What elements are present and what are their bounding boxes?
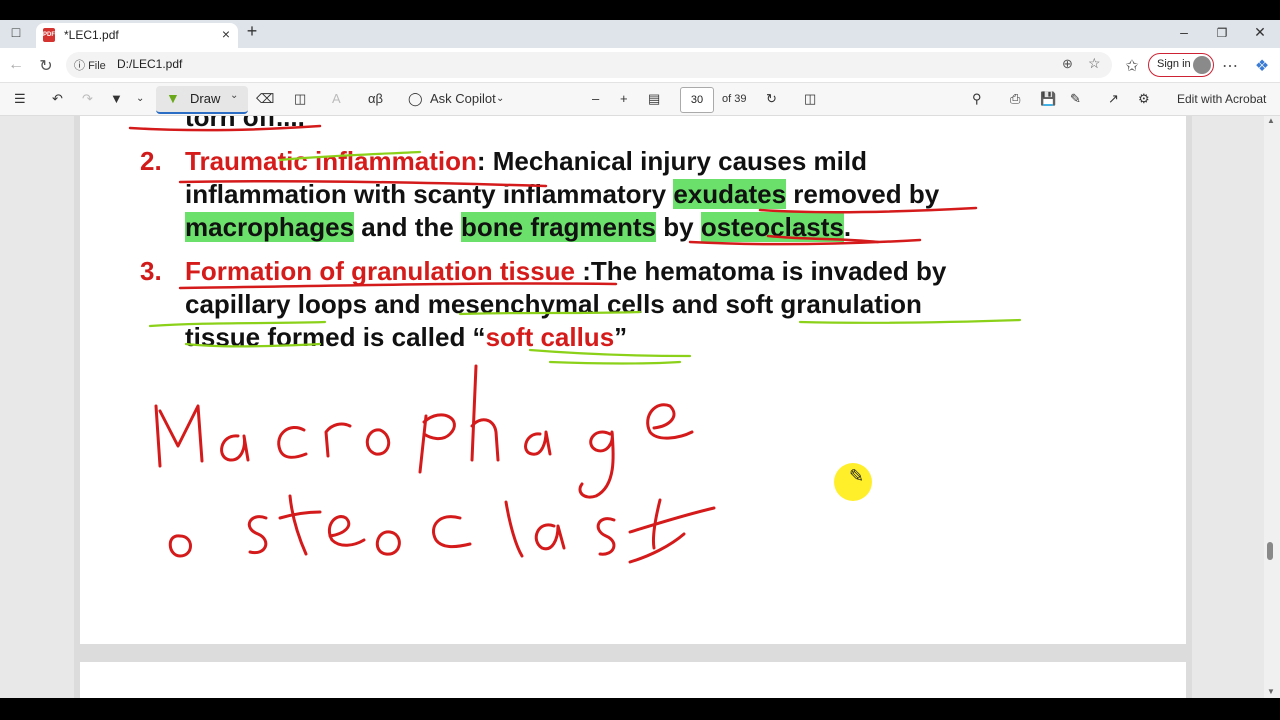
tab-actions-icon[interactable]: □: [6, 24, 26, 40]
print-icon[interactable]: ⎙: [1010, 91, 1020, 107]
zoom-out-icon[interactable]: –: [592, 91, 599, 106]
tab-strip: □ PDF *LEC1.pdf × + – ❐ ✕: [0, 20, 1280, 48]
pen-cursor: ✎: [834, 463, 872, 501]
favorites-icon[interactable]: ✩: [1122, 56, 1142, 76]
next-pdf-page[interactable]: [80, 662, 1186, 698]
pencil-icon: ✎: [849, 466, 865, 486]
save-icon[interactable]: 💾: [1040, 91, 1056, 107]
file-info-label[interactable]: ⓘ File: [74, 57, 106, 73]
sign-in-label: Sign in: [1157, 58, 1191, 70]
search-icon[interactable]: ⚲: [972, 91, 982, 107]
read-aloud-icon[interactable]: αβ: [368, 91, 383, 106]
avatar: [1193, 56, 1211, 74]
scrollbar-thumb[interactable]: [1267, 542, 1273, 560]
draw-label: Draw: [190, 91, 221, 106]
address-field[interactable]: ⓘ File D:/LEC1.pdf ⊕ ☆: [66, 52, 1112, 78]
highlight-dropdown-icon[interactable]: ⌄: [136, 93, 144, 104]
edit-with-acrobat-button[interactable]: Edit with Acrobat: [1177, 92, 1266, 106]
text-icon[interactable]: ◫: [294, 91, 306, 107]
more-menu-icon[interactable]: ⋯: [1220, 56, 1240, 76]
pen-icon: ▼: [166, 90, 180, 106]
screen-top-bar: [0, 0, 1280, 20]
window-close-icon[interactable]: ✕: [1250, 24, 1270, 41]
screen-bottom-bar: [0, 698, 1280, 720]
pdf-page[interactable]: torn off.... 2. Traumatic inflammation: …: [80, 116, 1186, 644]
new-tab-icon[interactable]: +: [242, 21, 262, 42]
url-text: D:/LEC1.pdf: [117, 57, 183, 71]
rotate-icon[interactable]: ↻: [766, 91, 777, 107]
close-tab-icon[interactable]: ×: [222, 26, 230, 42]
undo-icon[interactable]: ↶: [52, 91, 63, 107]
refresh-icon[interactable]: ↻: [36, 56, 56, 76]
sign-in-button[interactable]: Sign in: [1148, 53, 1214, 77]
green-ink-underlines: [148, 150, 1022, 365]
fit-page-icon[interactable]: ▤: [648, 91, 660, 107]
zoom-icon[interactable]: ⊕: [1062, 56, 1073, 72]
minimize-icon[interactable]: –: [1174, 24, 1194, 40]
handwriting: [154, 364, 716, 564]
red-ink-underlines: [128, 124, 978, 290]
settings-gear-icon[interactable]: ⚙: [1138, 91, 1150, 107]
format-text-icon[interactable]: A: [332, 91, 341, 106]
tab-lec1[interactable]: PDF *LEC1.pdf ×: [36, 23, 238, 48]
tab-title: *LEC1.pdf: [64, 28, 119, 42]
highlight-icon[interactable]: ▼: [110, 91, 123, 106]
address-bar-row: ← ↻ ⓘ File D:/LEC1.pdf ⊕ ☆ ✩ Sign in ⋯ ❖: [0, 48, 1280, 83]
page-number-input[interactable]: 30: [680, 87, 714, 113]
draw-button[interactable]: ▼ Draw ⌄: [156, 86, 248, 114]
page-total: of 39: [722, 93, 747, 105]
ask-copilot-label[interactable]: Ask Copilot: [430, 91, 496, 106]
back-icon[interactable]: ←: [6, 56, 26, 74]
contents-icon[interactable]: ☰: [14, 91, 26, 107]
restore-icon[interactable]: ❐: [1212, 26, 1232, 40]
fullscreen-icon[interactable]: ↗: [1108, 91, 1119, 107]
copilot-small-icon[interactable]: ◯: [408, 91, 423, 107]
redo-icon[interactable]: ↷: [82, 91, 93, 107]
ink-annotations: [128, 124, 1022, 564]
copilot-dropdown-icon[interactable]: ⌄: [496, 93, 504, 104]
draw-dropdown-icon[interactable]: ⌄: [230, 90, 238, 101]
save-as-icon[interactable]: ✎: [1070, 91, 1081, 107]
scroll-up-icon[interactable]: ▲: [1267, 116, 1275, 125]
copilot-icon[interactable]: ❖: [1252, 56, 1272, 76]
favorite-star-icon[interactable]: ☆: [1088, 55, 1101, 72]
scroll-down-icon[interactable]: ▼: [1267, 687, 1275, 696]
eraser-icon[interactable]: ⌫: [256, 91, 274, 107]
pdf-toolbar: ☰ ↶ ↷ ▼ ⌄ ▼ Draw ⌄ ⌫ ◫ A αβ ◯ Ask Copilo…: [0, 83, 1280, 116]
pdf-file-icon: PDF: [43, 28, 55, 42]
page-view-icon[interactable]: ◫: [804, 91, 816, 107]
vertical-scrollbar[interactable]: ▲ ▼: [1264, 116, 1280, 698]
zoom-in-icon[interactable]: +: [620, 91, 628, 106]
